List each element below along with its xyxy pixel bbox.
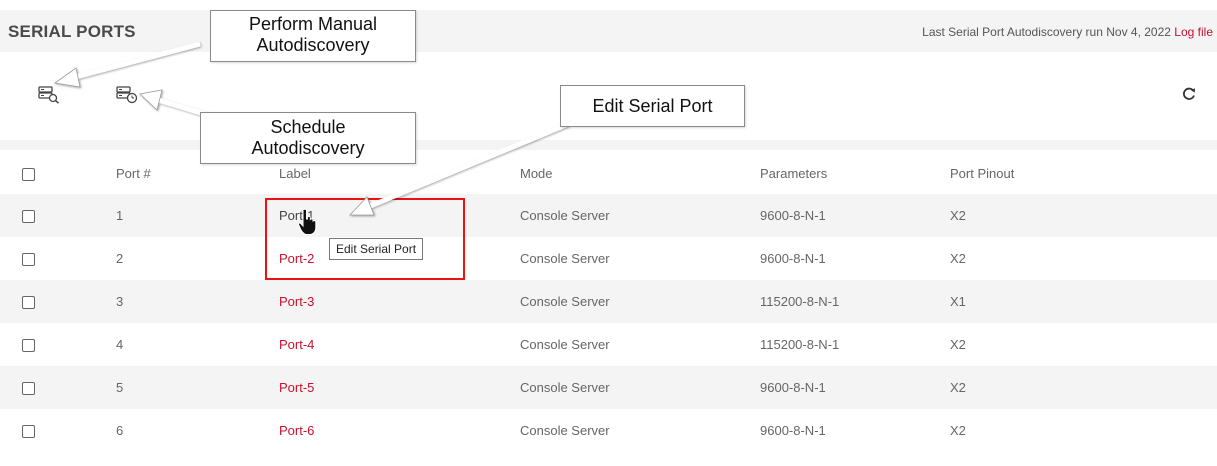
table-row: 2 Port-2 Console Server 9600-8-N-1 X2 <box>0 237 1217 280</box>
port-pinout: X2 <box>950 337 966 352</box>
port-parameters: 9600-8-N-1 <box>760 380 826 395</box>
port-mode: Console Server <box>520 251 610 266</box>
port-pinout: X2 <box>950 251 966 266</box>
port-parameters: 9600-8-N-1 <box>760 423 826 438</box>
callout-manual-line1: Perform Manual <box>248 14 378 34</box>
hand-cursor-icon <box>297 208 319 236</box>
refresh-icon[interactable] <box>1181 86 1197 102</box>
row-checkbox[interactable] <box>22 296 35 310</box>
table-top-band <box>0 140 1217 150</box>
row-checkbox[interactable] <box>22 339 35 353</box>
row-select-cell <box>0 194 116 237</box>
server-search-icon[interactable] <box>38 86 60 104</box>
last-run-text: Last Serial Port Autodiscovery run Nov 4… <box>922 25 1171 39</box>
log-file-link[interactable]: Log file <box>1174 25 1213 39</box>
row-checkbox[interactable] <box>22 210 35 224</box>
port-label-link[interactable]: Port-4 <box>279 337 314 352</box>
row-select-cell <box>0 237 116 280</box>
port-pinout: X2 <box>950 423 966 438</box>
callout-edit-serial-port: Edit Serial Port <box>560 85 745 127</box>
port-pinout: X2 <box>950 380 966 395</box>
port-number: 6 <box>116 423 124 438</box>
port-mode: Console Server <box>520 208 610 223</box>
row-select-cell <box>0 409 116 452</box>
row-select-cell <box>0 280 116 323</box>
row-select-cell <box>0 323 116 366</box>
table-row: 3 Port-3 Console Server 115200-8-N-1 X1 <box>0 280 1217 323</box>
table-row: 5 Port-5 Console Server 9600-8-N-1 X2 <box>0 366 1217 409</box>
port-parameters: 9600-8-N-1 <box>760 251 826 266</box>
column-header-parameters[interactable]: Parameters <box>760 152 950 194</box>
port-parameters: 9600-8-N-1 <box>760 208 826 223</box>
table-row: 4 Port-4 Console Server 115200-8-N-1 X2 <box>0 323 1217 366</box>
port-label-link[interactable]: Port-6 <box>279 423 314 438</box>
port-number: 3 <box>116 294 124 309</box>
column-header-mode[interactable]: Mode <box>520 152 760 194</box>
serial-ports-table: Port # Label Mode Parameters Port Pinout… <box>0 152 1217 452</box>
port-parameters: 115200-8-N-1 <box>760 337 840 352</box>
edit-serial-port-tooltip: Edit Serial Port <box>329 238 424 260</box>
row-checkbox[interactable] <box>22 253 35 267</box>
port-label-link[interactable]: Port-3 <box>279 294 314 309</box>
select-all-checkbox[interactable] <box>22 167 35 181</box>
port-label-link[interactable]: Port-5 <box>279 380 314 395</box>
port-number: 4 <box>116 337 124 352</box>
row-checkbox[interactable] <box>22 382 35 396</box>
page-title: SERIAL PORTS <box>8 22 136 41</box>
port-mode: Console Server <box>520 294 610 309</box>
last-autodiscovery-status: Last Serial Port Autodiscovery run Nov 4… <box>922 25 1213 39</box>
table-row: 6 Port-6 Console Server 9600-8-N-1 X2 <box>0 409 1217 452</box>
port-pinout: X2 <box>950 208 966 223</box>
select-all-cell <box>0 152 116 194</box>
callout-manual-line2: Autodiscovery <box>256 35 370 55</box>
port-number: 1 <box>116 208 124 223</box>
row-select-cell <box>0 366 116 409</box>
port-mode: Console Server <box>520 337 610 352</box>
port-mode: Console Server <box>520 423 610 438</box>
port-number: 2 <box>116 251 124 266</box>
callout-manual-autodiscovery: Perform Manual Autodiscovery <box>210 10 416 62</box>
port-pinout: X1 <box>950 294 966 309</box>
port-mode: Console Server <box>520 380 610 395</box>
row-checkbox[interactable] <box>22 425 35 439</box>
server-clock-icon[interactable] <box>116 86 138 104</box>
port-number: 5 <box>116 380 124 395</box>
column-header-pinout[interactable]: Port Pinout <box>950 152 1217 194</box>
table-row: 1 Port-1 Console Server 9600-8-N-1 X2 <box>0 194 1217 237</box>
callout-schedule-autodiscovery: Schedule Autodiscovery <box>200 112 416 164</box>
callout-schedule-line1: Schedule <box>270 117 346 137</box>
callout-schedule-line2: Autodiscovery <box>251 138 365 158</box>
port-parameters: 115200-8-N-1 <box>760 294 840 309</box>
table-header-row: Port # Label Mode Parameters Port Pinout <box>0 152 1217 194</box>
